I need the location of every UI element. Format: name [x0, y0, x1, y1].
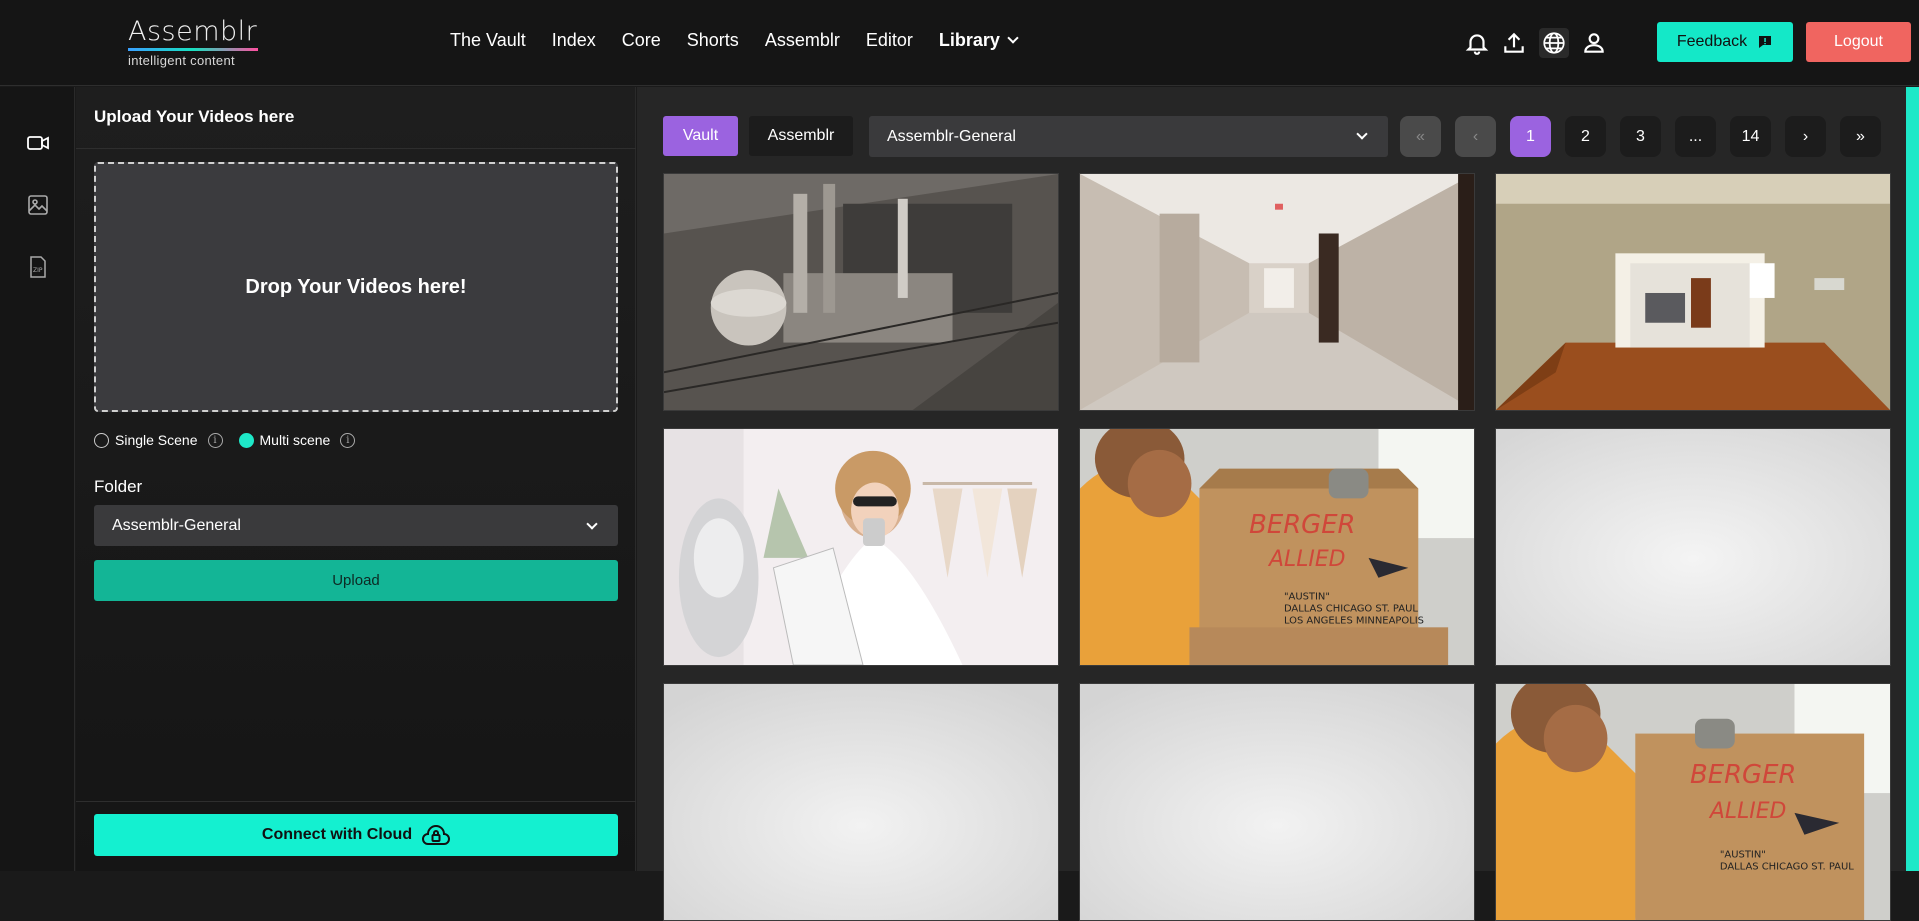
brand-name: Assemblr — [128, 16, 258, 47]
chevron-down-icon — [586, 518, 598, 530]
single-scene-label: Single Scene — [115, 432, 198, 448]
library-folder-value: Assemblr-General — [887, 127, 1016, 145]
image-icon[interactable] — [24, 191, 52, 219]
upload-button[interactable]: Upload — [94, 560, 618, 601]
nav-index[interactable]: Index — [552, 30, 596, 51]
chevron-down-icon — [1007, 32, 1019, 44]
page-1-button[interactable]: 1 — [1510, 116, 1551, 157]
packing-box-thumbnail[interactable]: BERGER ALLIED "AUSTIN" DALLAS CHICAGO ST… — [1079, 428, 1475, 666]
last-page-button[interactable]: » — [1840, 116, 1881, 157]
blank-thumbnail[interactable] — [1079, 683, 1475, 921]
page-2-button[interactable]: 2 — [1565, 116, 1606, 157]
feedback-icon — [1759, 36, 1772, 48]
media-library: Vault Assemblr Assemblr-General « ‹ 1 2 … — [637, 87, 1919, 921]
brand-tagline: intelligent content — [128, 53, 235, 68]
connect-cloud-button[interactable]: Connect with Cloud — [94, 814, 618, 856]
nav-editor[interactable]: Editor — [866, 30, 913, 51]
blank-thumbnail[interactable] — [1495, 428, 1891, 666]
blank-thumbnail[interactable] — [663, 683, 1059, 921]
logout-button[interactable]: Logout — [1806, 22, 1911, 62]
multi-scene-label: Multi scene — [259, 432, 331, 448]
divider — [76, 148, 636, 149]
nav-core[interactable]: Core — [622, 30, 661, 51]
left-icon-rail: ZIP — [0, 87, 75, 871]
feedback-button[interactable]: Feedback — [1657, 22, 1793, 62]
cloud-lock-icon — [422, 825, 451, 845]
svg-text:ZIP: ZIP — [33, 267, 43, 274]
upload-panel-title: Upload Your Videos here — [94, 107, 295, 126]
box-brand-text: BERGER — [1249, 510, 1355, 540]
globe-icon[interactable] — [1539, 28, 1569, 58]
scene-mode-options: Single Scene i Multi scene i — [94, 432, 371, 448]
page-14-button[interactable]: 14 — [1730, 116, 1771, 157]
connect-cloud-label: Connect with Cloud — [261, 826, 413, 843]
nav-the-vault[interactable]: The Vault — [450, 30, 526, 51]
feedback-label: Feedback — [1676, 33, 1748, 50]
prev-page-button[interactable]: ‹ — [1455, 116, 1496, 157]
upload-panel: Upload Your Videos here Drop Your Videos… — [76, 87, 636, 871]
single-scene-info-icon[interactable]: i — [207, 432, 223, 448]
video-dropzone[interactable]: Drop Your Videos here! — [94, 162, 618, 412]
box-label-line1: "AUSTIN" — [1720, 850, 1766, 861]
divider — [76, 801, 636, 802]
box-label-line3: LOS ANGELES MINNEAPOLIS — [1284, 615, 1424, 626]
chevron-down-icon — [1356, 128, 1368, 140]
industrial-plant-thumbnail[interactable] — [663, 173, 1059, 411]
dropzone-text: Drop Your Videos here! — [245, 275, 467, 298]
upload-icon[interactable] — [1499, 28, 1529, 58]
box-brand-subtext: ALLIED — [1267, 547, 1345, 572]
user-icon[interactable] — [1579, 28, 1609, 58]
first-page-button[interactable]: « — [1400, 116, 1441, 157]
page-scrollbar[interactable] — [1906, 87, 1919, 871]
main-nav: The Vault Index Core Shorts Assemblr Edi… — [450, 30, 1043, 51]
box-label-line2: DALLAS CHICAGO ST. PAUL — [1284, 603, 1418, 614]
tab-vault[interactable]: Vault — [663, 116, 738, 156]
nav-library-label: Library — [938, 30, 1000, 50]
folder-select-value: Assemblr-General — [112, 516, 241, 534]
folder-select[interactable]: Assemblr-General — [94, 505, 618, 546]
bell-icon[interactable] — [1462, 28, 1492, 58]
packing-box-thumbnail[interactable]: BERGER ALLIED "AUSTIN" DALLAS CHICAGO ST… — [1495, 683, 1891, 921]
top-header: Assemblr intelligent content The Vault I… — [0, 0, 1919, 86]
hallway-thumbnail[interactable] — [1079, 173, 1475, 411]
page-ellipsis: ... — [1675, 116, 1716, 157]
multi-scene-info-icon[interactable]: i — [340, 432, 356, 448]
multi-scene-radio[interactable] — [238, 432, 254, 448]
zip-icon[interactable]: ZIP — [24, 253, 52, 281]
tab-assemblr[interactable]: Assemblr — [749, 116, 853, 156]
box-brand-subtext: ALLIED — [1708, 799, 1786, 824]
designer-drinking-thumbnail[interactable] — [663, 428, 1059, 666]
brand-underline — [128, 48, 258, 51]
box-brand-text: BERGER — [1690, 760, 1796, 790]
page-3-button[interactable]: 3 — [1620, 116, 1661, 157]
library-folder-select[interactable]: Assemblr-General — [869, 116, 1388, 157]
nav-shorts[interactable]: Shorts — [687, 30, 739, 51]
folder-label: Folder — [94, 477, 143, 496]
nav-library-dropdown[interactable]: Library — [938, 30, 1019, 51]
box-label-line1: "AUSTIN" — [1284, 592, 1330, 603]
nav-assemblr[interactable]: Assemblr — [765, 30, 840, 51]
video-icon[interactable] — [24, 129, 52, 157]
next-page-button[interactable]: › — [1785, 116, 1826, 157]
brand-logo[interactable]: Assemblr intelligent content — [128, 18, 264, 68]
empty-room-thumbnail[interactable] — [1495, 173, 1891, 411]
single-scene-radio[interactable] — [94, 432, 109, 448]
